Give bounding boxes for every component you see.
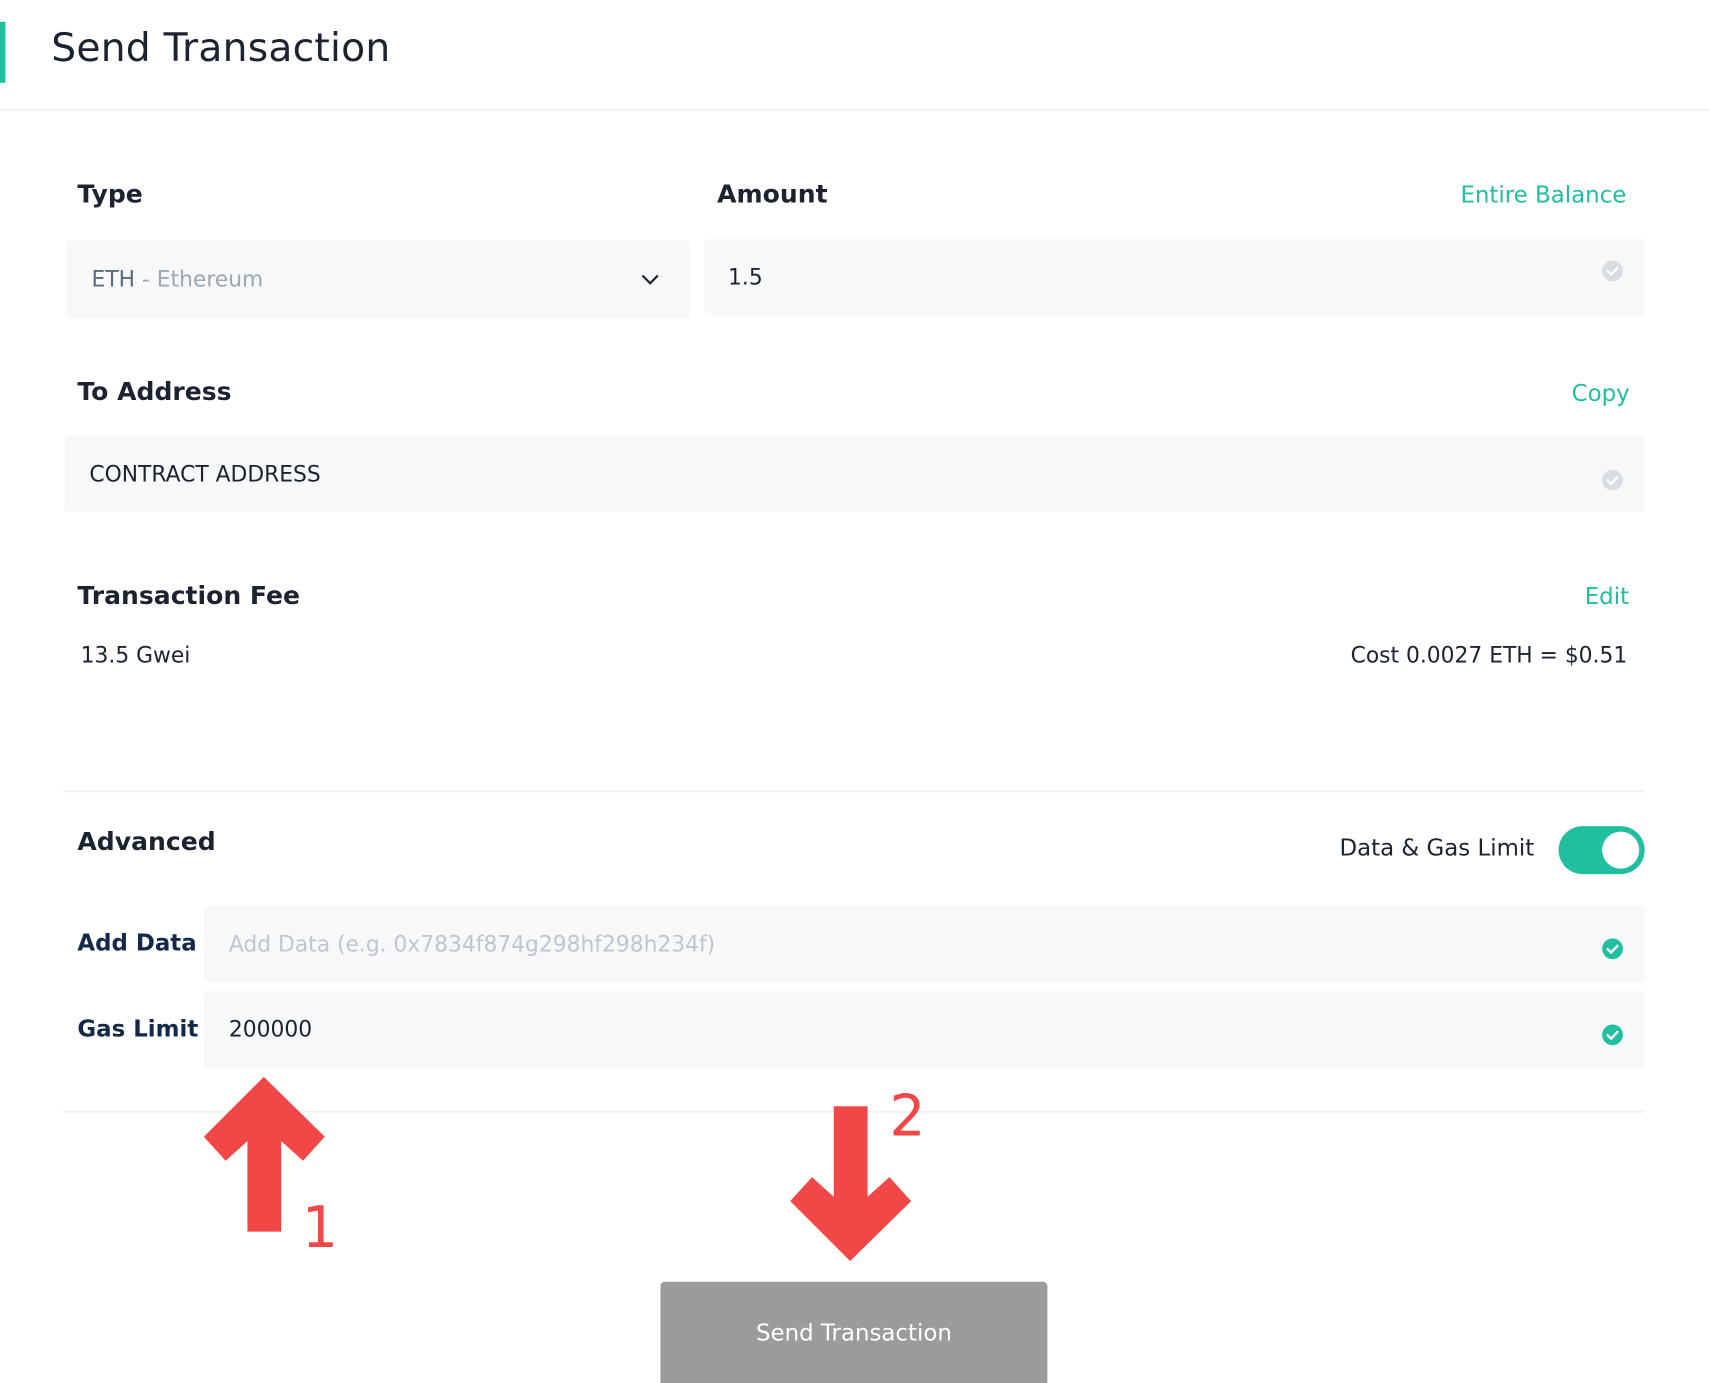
entire-balance-link[interactable]: Entire Balance xyxy=(1460,182,1626,208)
type-label: Type xyxy=(77,180,143,210)
check-circle-icon xyxy=(1602,260,1623,282)
add-data-label: Add Data xyxy=(77,929,197,956)
coin-type-select[interactable]: ETH - Ethereum xyxy=(66,239,690,319)
send-transaction-button[interactable]: Send Transaction xyxy=(660,1281,1048,1383)
check-circle-icon xyxy=(1602,469,1623,491)
to-address-input[interactable]: CONTRACT ADDRESS xyxy=(64,435,1645,513)
to-address-value: CONTRACT ADDRESS xyxy=(89,461,321,488)
section-divider xyxy=(63,790,1645,793)
add-data-input[interactable]: Add Data (e.g. 0x7834f874g298hf298h234f) xyxy=(203,905,1645,982)
page-title: Send Transaction xyxy=(51,26,391,71)
amount-input[interactable]: 1.5 xyxy=(704,238,1645,315)
copy-link[interactable]: Copy xyxy=(1572,380,1630,406)
edit-fee-link[interactable]: Edit xyxy=(1585,583,1629,609)
annotation-number-2: 2 xyxy=(889,1084,926,1150)
gas-limit-input[interactable]: 200000 xyxy=(203,990,1645,1068)
coin-symbol: ETH xyxy=(91,265,136,293)
coin-type-value: ETH - Ethereum xyxy=(92,266,264,292)
check-circle-icon xyxy=(1602,1024,1623,1046)
toggle-knob xyxy=(1602,831,1640,869)
header-accent-bar xyxy=(0,21,6,83)
advanced-label: Advanced xyxy=(77,828,216,857)
to-address-label: To Address xyxy=(77,378,232,407)
coin-name: - Ethereum xyxy=(135,265,264,293)
chevron-down-icon xyxy=(641,267,659,285)
data-gas-limit-toggle[interactable] xyxy=(1558,826,1645,875)
amount-value: 1.5 xyxy=(728,263,763,290)
annotation-number-1: 1 xyxy=(301,1195,338,1262)
transaction-fee-label: Transaction Fee xyxy=(77,582,301,611)
check-circle-icon xyxy=(1602,938,1623,960)
toggle-label: Data & Gas Limit xyxy=(1339,834,1535,862)
gas-limit-value: 200000 xyxy=(228,1015,313,1042)
send-transaction-page: Send Transaction Type ETH - Ethereum Amo… xyxy=(0,0,1709,1383)
gas-limit-label: Gas Limit xyxy=(77,1015,199,1042)
add-data-placeholder: Add Data (e.g. 0x7834f874g298hf298h234f) xyxy=(228,930,716,957)
gas-price-value: 13.5 Gwei xyxy=(80,641,191,669)
page-header: Send Transaction xyxy=(0,0,1709,112)
fee-cost-value: Cost 0.0027 ETH = $0.51 xyxy=(1350,641,1628,669)
amount-label: Amount xyxy=(717,180,828,210)
